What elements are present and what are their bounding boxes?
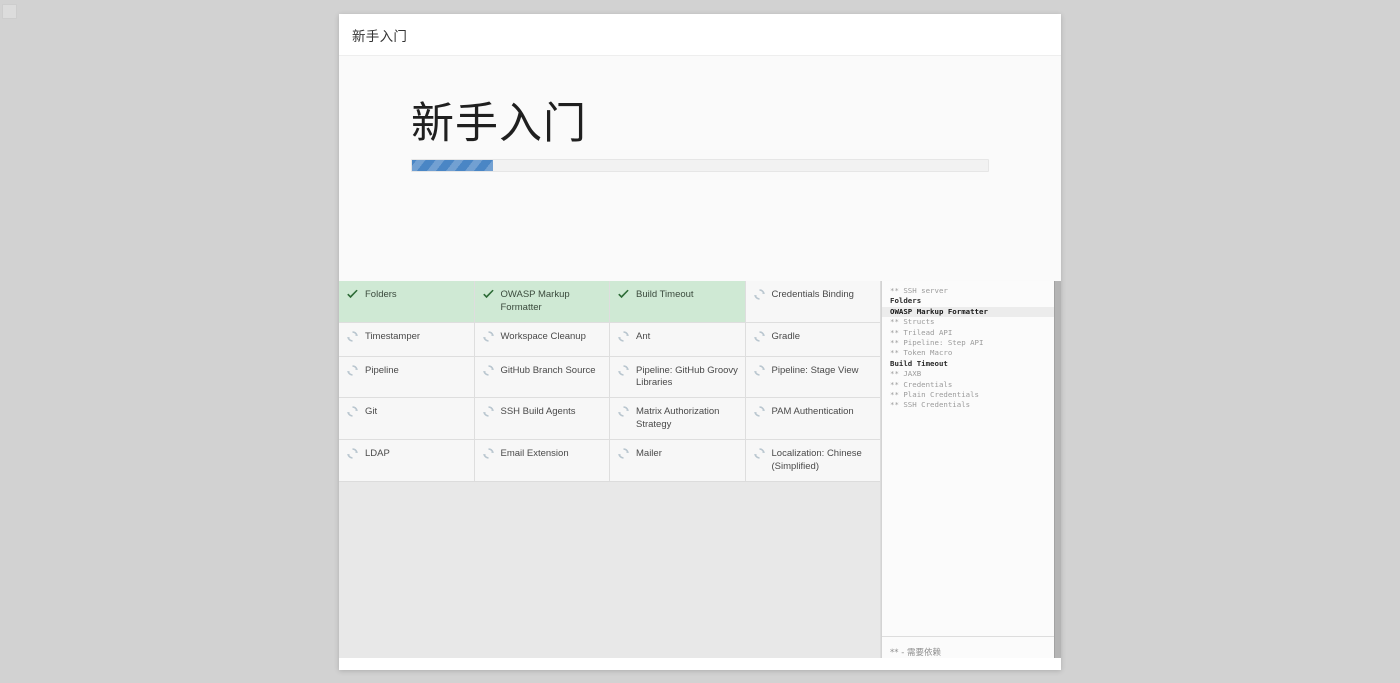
plugin-name-label: Timestamper: [365, 330, 421, 342]
check-icon: [482, 289, 494, 299]
sync-spinner-icon: [753, 364, 765, 376]
plugin-name-label: SSH Build Agents: [500, 406, 576, 418]
plugin-cell: SSH Build Agents: [474, 398, 609, 439]
sync-spinner-icon: [482, 448, 494, 459]
check-icon: [347, 289, 358, 299]
plugin-cell: Matrix Authorization Strategy: [610, 398, 745, 439]
plugin-name-label: Matrix Authorization Strategy: [636, 406, 720, 431]
plugin-name-label: OWASP Markup Formatter: [500, 289, 570, 313]
check-icon: [618, 289, 629, 299]
plugin-name-label: Gradle: [771, 330, 801, 342]
plugin-cell: OWASP Markup Formatter: [474, 281, 609, 322]
sync-spinner-icon: [753, 406, 765, 417]
plugin-name-label: Workspace Cleanup: [500, 330, 586, 342]
plugin-cell: Ant: [610, 322, 745, 356]
plugin-cell: Workspace Cleanup: [474, 322, 609, 356]
plugin-name-label: Pipeline: Stage View: [771, 364, 859, 376]
install-area: Folders OWASP Markup Formatter Build Timeo…: [339, 281, 1061, 658]
plugin-name-label: GitHub Branch Source: [500, 364, 596, 376]
plugin-name-label: Build Timeout: [636, 289, 694, 300]
sync-spinner-icon: [482, 330, 494, 342]
plugin-name-label: PAM Authentication: [771, 406, 854, 418]
plugin-cell: PAM Authentication: [745, 398, 880, 439]
plugin-cell: Build Timeout: [610, 281, 745, 322]
plugin-cell: Mailer: [610, 439, 745, 481]
plugin-name-label: LDAP: [365, 447, 390, 459]
plugin-cell: Pipeline: GitHub Groovy Libraries: [610, 356, 745, 398]
plugin-cell: Pipeline: [339, 356, 474, 398]
install-log-line: Folders: [890, 296, 922, 306]
plugin-name-label: Ant: [636, 330, 651, 342]
install-log-footer: ** - 需要依赖: [882, 636, 1061, 658]
plugin-name-label: Pipeline: [365, 364, 399, 376]
app-header: 新手入门: [339, 14, 1061, 56]
plugin-cell: Git: [339, 398, 474, 439]
sync-spinner-icon: [482, 406, 494, 417]
plugin-cell: Credentials Binding: [745, 281, 880, 322]
plugin-cell: Folders: [339, 281, 474, 322]
sync-spinner-icon: [753, 289, 765, 300]
install-progress-bar: [411, 159, 989, 173]
hero-section: 新手入门: [339, 56, 1061, 243]
sync-spinner-icon: [347, 448, 358, 459]
page-title: 新手入门: [411, 100, 587, 148]
install-log-line: ** Trilead API: [890, 327, 953, 337]
sync-spinner-icon: [618, 330, 629, 342]
sync-spinner-icon: [482, 364, 494, 376]
plugin-cell: Timestamper: [339, 322, 474, 356]
plugin-name-label: Email Extension: [500, 447, 569, 459]
plugin-cell: Gradle: [745, 322, 880, 356]
install-log-line: ** JAXB: [890, 369, 922, 379]
plugin-cell: Pipeline: Stage View: [745, 356, 880, 398]
install-log-lines: ** SSH server Folders OWASP Markup Formatt…: [882, 281, 1061, 636]
plugin-name-label: Folders: [365, 289, 397, 300]
install-log-panel: ** SSH server Folders OWASP Markup Formatt…: [881, 281, 1061, 658]
plugin-cell: Email Extension: [474, 439, 609, 481]
sync-spinner-icon: [618, 406, 629, 417]
install-log-line: ** Credentials: [890, 379, 953, 389]
desktop-corner-artifact: [2, 4, 17, 19]
install-log-line: ** Pipeline: Step API: [890, 338, 984, 348]
plugin-cell: LDAP: [339, 439, 474, 481]
sync-spinner-icon: [618, 364, 629, 376]
install-log-line: ** SSH Credentials: [890, 400, 971, 410]
log-scrollbar[interactable]: [1054, 281, 1061, 658]
dependency-legend: ** - 需要依赖: [890, 648, 941, 658]
sync-spinner-icon: [347, 406, 358, 417]
setup-body: 新手入门 Folders OWASP Markup Formatter Build …: [339, 56, 1061, 658]
plugin-name-label: Localization: Chinese (Simplified): [771, 447, 862, 472]
install-log-line: ** Plain Credentials: [890, 390, 979, 400]
install-log-line: ** Structs: [890, 317, 935, 327]
plugin-cell: GitHub Branch Source: [474, 356, 609, 398]
plugin-name-label: Pipeline: GitHub Groovy Libraries: [636, 364, 738, 389]
app-header-title: 新手入门: [352, 28, 408, 44]
install-log-line: ** Token Macro: [890, 348, 953, 358]
sync-spinner-icon: [753, 330, 765, 342]
plugin-grid-panel: Folders OWASP Markup Formatter Build Timeo…: [339, 281, 881, 658]
sync-spinner-icon: [347, 330, 358, 342]
install-progress-fill: [412, 160, 493, 172]
sync-spinner-icon: [618, 448, 629, 459]
plugin-grid: Folders OWASP Markup Formatter Build Timeo…: [339, 281, 880, 482]
plugin-name-label: Git: [365, 406, 378, 418]
setup-wizard-card: 新手入门 新手入门 Folders OWASP Markup Formatter B…: [339, 14, 1061, 670]
install-log-line: Build Timeout: [890, 358, 948, 368]
install-log-line: OWASP Markup Formatter: [882, 306, 1061, 318]
plugin-name-label: Credentials Binding: [771, 289, 854, 300]
plugin-name-label: Mailer: [636, 447, 662, 459]
sync-spinner-icon: [347, 364, 358, 376]
install-log-line: ** SSH server: [890, 286, 948, 295]
plugin-cell: Localization: Chinese (Simplified): [745, 439, 880, 481]
sync-spinner-icon: [753, 448, 765, 459]
